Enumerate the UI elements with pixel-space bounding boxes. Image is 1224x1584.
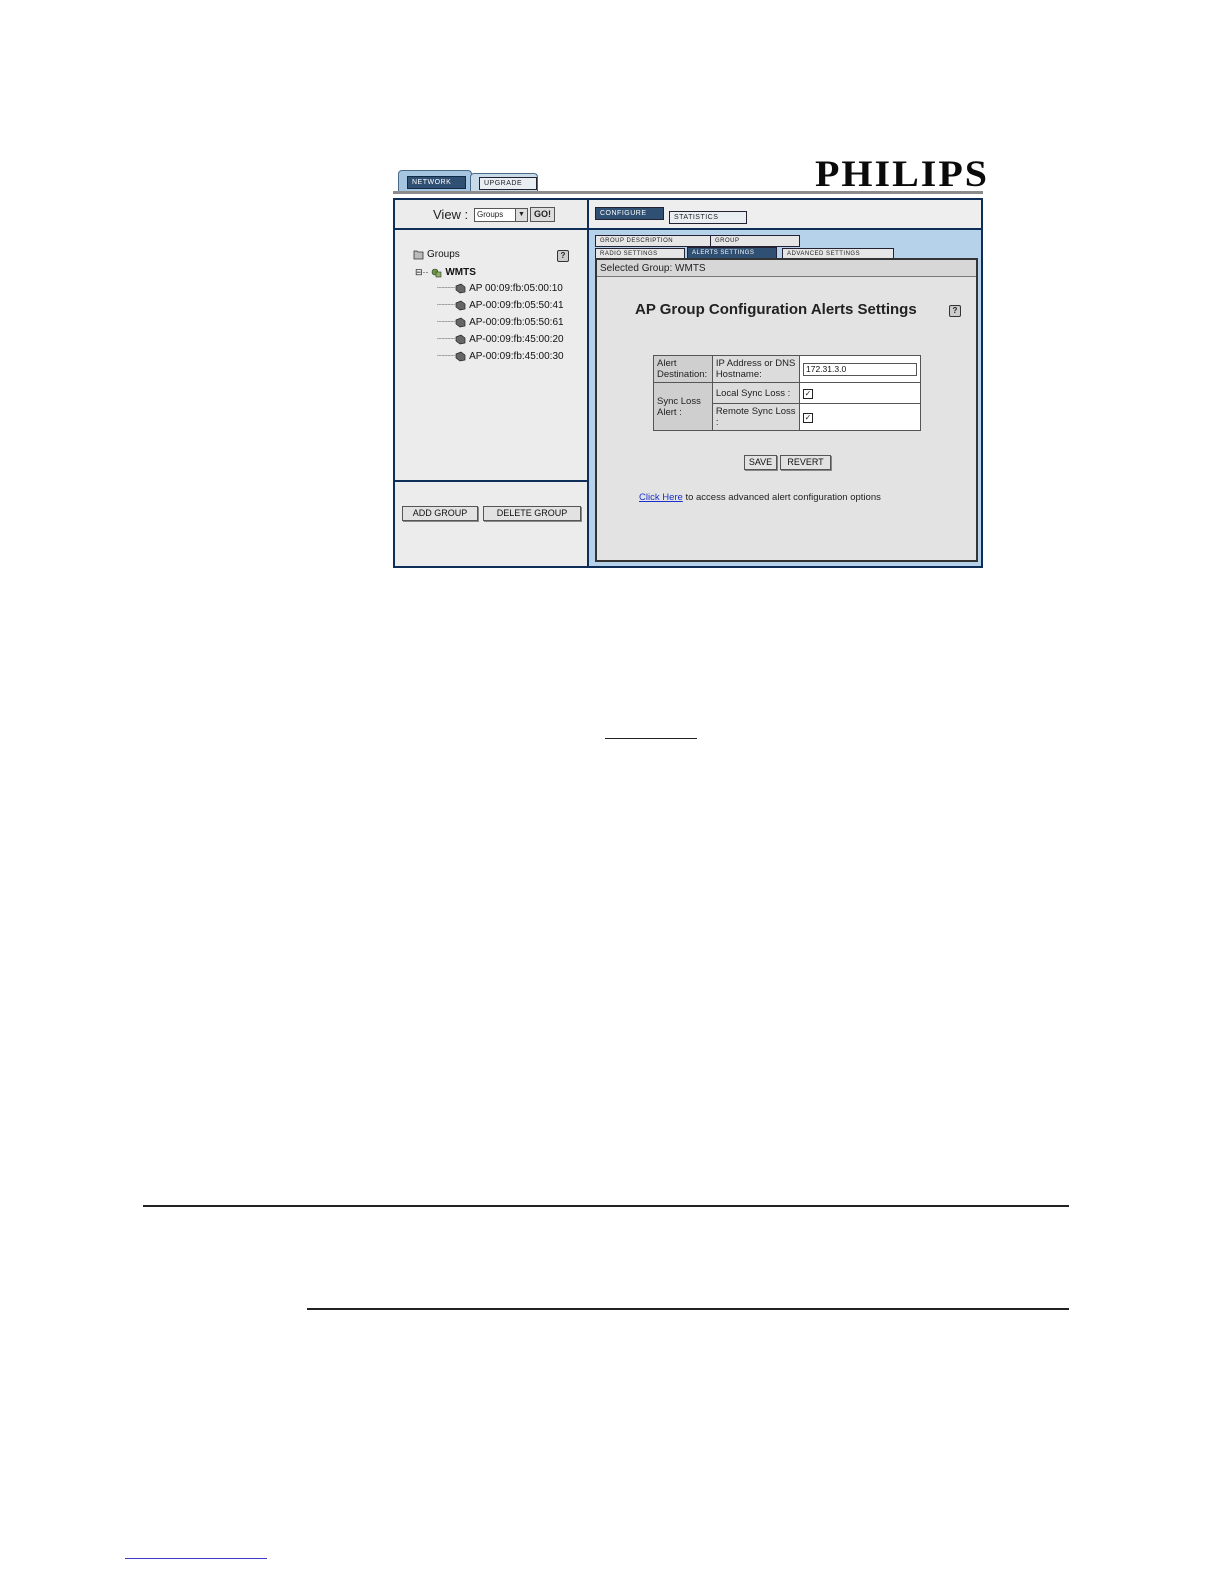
section-divider	[143, 1205, 1069, 1207]
tab-network-label: NETWORK	[407, 176, 467, 189]
delete-group-button[interactable]: DELETE GROUP	[483, 506, 581, 521]
access-point-icon	[455, 334, 466, 345]
revert-button[interactable]: REVERT	[780, 455, 831, 470]
tree-ap-label: AP-00:09:fb:05:50:61	[469, 317, 564, 328]
help-icon[interactable]: ?	[949, 305, 961, 317]
ip-address-label: IP Address or DNS Hostname:	[711, 355, 801, 383]
tree-connector: ┈┈┈	[437, 351, 456, 362]
tree-connector: ┈┈┈	[437, 317, 456, 328]
tree-connector: ┈┈┈	[437, 300, 456, 311]
tree-ap-item[interactable]: ┈┈┈ AP-00:09:fb:45:00:30	[437, 350, 564, 364]
local-sync-cell: ✓	[799, 382, 921, 404]
tree-root-groups[interactable]: Groups	[413, 248, 460, 262]
remote-sync-cell: ✓	[799, 403, 921, 431]
local-sync-checkbox[interactable]: ✓	[803, 388, 813, 399]
short-underline	[605, 738, 697, 739]
groups-folder-icon	[413, 249, 424, 260]
save-button[interactable]: SAVE	[744, 455, 777, 470]
tree-connector: ┈┈┈	[437, 334, 456, 345]
tree-ap-item[interactable]: ┈┈┈ AP-00:09:fb:45:00:20	[437, 333, 564, 347]
advanced-alerts-note: Click Here to access advanced alert conf…	[639, 492, 881, 503]
remote-sync-label: Remote Sync Loss :	[711, 403, 801, 431]
tab-upgrade[interactable]: UPGRADE	[470, 173, 538, 193]
tree-ap-label: AP 00:09:fb:05:00:10	[469, 283, 563, 294]
go-button[interactable]: GO!	[530, 207, 555, 222]
selected-group-bar: Selected Group: WMTS	[597, 260, 976, 277]
tree-ap-item[interactable]: ┈┈┈ AP-00:09:fb:05:50:61	[437, 316, 564, 330]
tab-upgrade-label: UPGRADE	[479, 177, 538, 190]
philips-logo: PHILIPS	[815, 152, 990, 195]
tab-network[interactable]: NETWORK	[398, 170, 472, 193]
sync-loss-label: Sync Loss Alert :	[653, 382, 713, 431]
alerts-settings-panel: Selected Group: WMTS AP Group Configurat…	[595, 258, 978, 562]
main-tab-bar: CONFIGURE STATISTICS	[589, 200, 981, 230]
left-pane: View : Groups ▼ GO! Groups ? ⊟·· WMTS ┈┈…	[395, 200, 589, 566]
click-here-note-text: to access advanced alert configuration o…	[682, 492, 881, 503]
ip-address-input[interactable]: 172.31.3.0	[803, 362, 917, 376]
tree-group-wmts[interactable]: ⊟·· WMTS	[415, 265, 476, 279]
table-row: Alert Destination: IP Address or DNS Hos…	[653, 355, 921, 383]
click-here-link[interactable]: Click Here	[639, 492, 683, 503]
tab-statistics[interactable]: STATISTICS	[669, 211, 748, 224]
left-pane-divider	[395, 480, 587, 482]
access-point-icon	[455, 351, 466, 362]
tab-group-description[interactable]: GROUP DESCRIPTION	[595, 235, 711, 247]
section-divider	[307, 1308, 1069, 1310]
alerts-table: Alert Destination: IP Address or DNS Hos…	[653, 355, 921, 431]
tree-ap-label: AP-00:09:fb:45:00:30	[469, 351, 564, 362]
table-row: Sync Loss Alert : Local Sync Loss : ✓	[653, 382, 921, 431]
tree-ap-label: AP-00:09:fb:05:50:41	[469, 300, 564, 311]
view-select-value: Groups	[477, 210, 504, 219]
header-divider	[393, 191, 983, 194]
local-sync-label: Local Sync Loss :	[711, 382, 801, 404]
tree-root-label: Groups	[427, 249, 460, 260]
tree-group-label: WMTS	[445, 267, 476, 278]
tab-configure[interactable]: CONFIGURE	[595, 207, 664, 220]
access-point-icon	[455, 283, 466, 294]
view-label: View :	[433, 207, 469, 222]
alert-destination-label: Alert Destination:	[653, 355, 713, 383]
help-icon[interactable]: ?	[557, 250, 569, 262]
tree-connector: ┈┈┈	[437, 283, 456, 294]
page-title: AP Group Configuration Alerts Settings	[635, 301, 917, 318]
remote-sync-checkbox[interactable]: ✓	[803, 412, 813, 423]
access-point-icon	[455, 300, 466, 311]
tab-group-membership[interactable]: GROUP MEMBERSHIP	[710, 235, 800, 254]
app-frame: View : Groups ▼ GO! Groups ? ⊟·· WMTS ┈┈…	[393, 198, 983, 568]
add-group-button[interactable]: ADD GROUP	[402, 506, 478, 521]
footnote-underline	[125, 1558, 267, 1559]
view-bar: View : Groups ▼ GO!	[395, 200, 587, 230]
group-icon	[431, 267, 442, 278]
chevron-down-icon[interactable]: ▼	[515, 209, 527, 221]
ip-address-cell: 172.31.3.0	[799, 355, 921, 383]
collapse-icon[interactable]: ⊟··	[415, 267, 429, 277]
access-point-icon	[455, 317, 466, 328]
tree-ap-label: AP-00:09:fb:45:00:20	[469, 334, 564, 345]
view-select[interactable]: Groups ▼	[474, 208, 528, 222]
right-pane: CONFIGURE STATISTICS GROUP DESCRIPTION G…	[589, 200, 981, 566]
tree-ap-item[interactable]: ┈┈┈ AP-00:09:fb:05:50:41	[437, 299, 564, 313]
tree-ap-item[interactable]: ┈┈┈ AP 00:09:fb:05:00:10	[437, 282, 563, 296]
